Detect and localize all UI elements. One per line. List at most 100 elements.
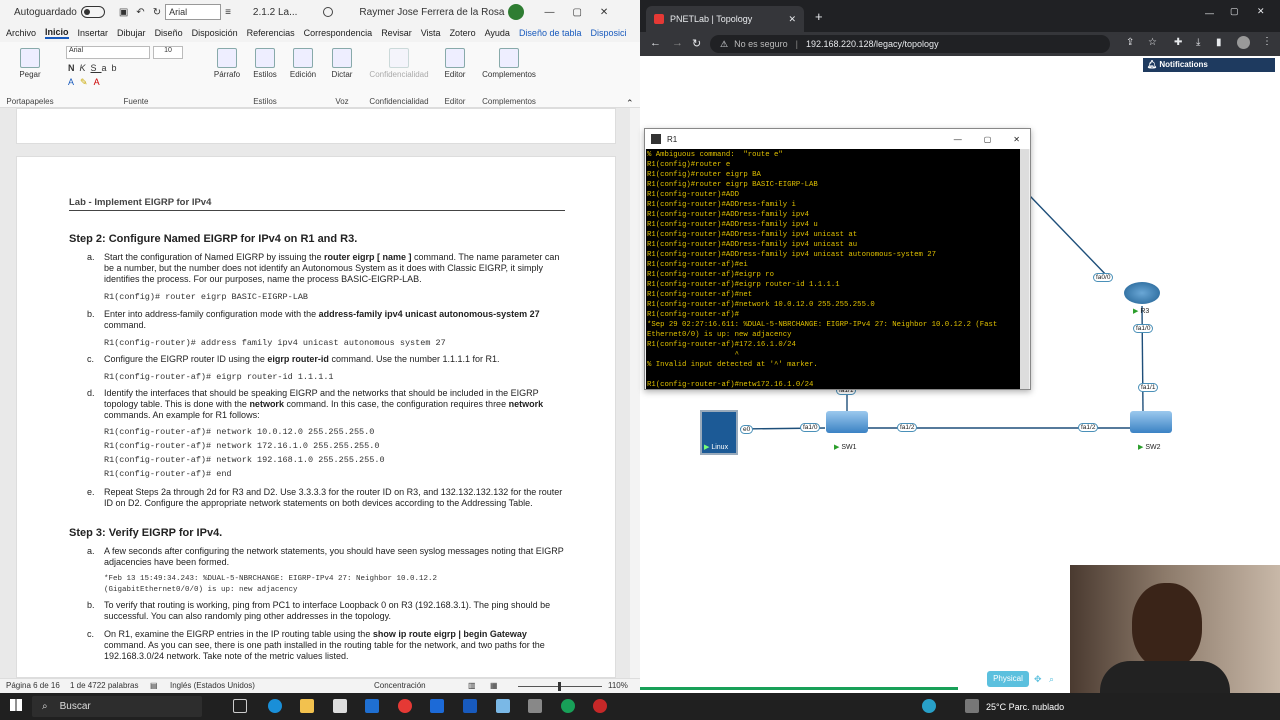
- iface-r3-fa00[interactable]: fa0/0: [1093, 273, 1114, 282]
- tab-zotero[interactable]: Zotero: [450, 28, 476, 38]
- browser-menu-icon[interactable]: ⋮: [1262, 36, 1272, 47]
- zoom-icon[interactable]: ⌕: [1049, 674, 1054, 685]
- browser-tab[interactable]: PNETLab | Topology ✕: [646, 6, 804, 32]
- proofing-icon[interactable]: ▤: [150, 681, 158, 690]
- autosave-toggle[interactable]: [80, 6, 105, 18]
- tab-vista[interactable]: Vista: [421, 28, 441, 38]
- switch-sw2-label[interactable]: ▶ SW2: [1138, 443, 1161, 451]
- addins-button[interactable]: Complementos: [478, 70, 540, 79]
- linux-host-label[interactable]: ▶ Linux: [704, 443, 728, 451]
- paragraph-button[interactable]: Párrafo: [210, 70, 244, 79]
- tray-app-icon[interactable]: [922, 699, 936, 713]
- iface-r3-fa10[interactable]: fa1/0: [1133, 324, 1154, 333]
- editing-button[interactable]: Edición: [286, 70, 320, 79]
- styles-icon[interactable]: [255, 48, 275, 68]
- sidepanel-icon[interactable]: ▮: [1216, 37, 1222, 48]
- tab-archivo[interactable]: Archivo: [6, 28, 36, 38]
- close-tab-icon[interactable]: ✕: [788, 14, 796, 25]
- page-count[interactable]: Página 6 de 16: [6, 681, 60, 690]
- editing-icon[interactable]: [293, 48, 313, 68]
- word-icon[interactable]: [463, 699, 477, 713]
- address-bar[interactable]: ⚠ No es seguro | 192.168.220.128/legacy/…: [710, 35, 1110, 53]
- edge-browser-icon[interactable]: [268, 699, 282, 713]
- link-r1-r3[interactable]: [1029, 195, 1111, 280]
- browser-close-icon[interactable]: ✕: [1257, 6, 1265, 17]
- editor-icon[interactable]: [445, 48, 465, 68]
- network-tool-icon[interactable]: [528, 699, 542, 713]
- terminal-close-icon[interactable]: ✕: [1013, 135, 1020, 144]
- font-quick-box[interactable]: Arial: [165, 4, 222, 20]
- tab-disposicion[interactable]: Disposición: [192, 28, 238, 38]
- reload-icon[interactable]: ↻: [692, 37, 701, 50]
- task-view-icon[interactable]: [233, 699, 247, 713]
- tab-correspondencia[interactable]: Correspondencia: [304, 28, 373, 38]
- switch-sw1-label[interactable]: ▶ SW1: [834, 443, 857, 451]
- screen-tool-icon[interactable]: [430, 699, 444, 713]
- italic-icon[interactable]: K: [80, 63, 91, 73]
- styles-button[interactable]: Estilos: [248, 70, 282, 79]
- zoom-level[interactable]: 110%: [608, 681, 628, 690]
- new-tab-icon[interactable]: +: [815, 9, 823, 24]
- physical-button[interactable]: Physical: [987, 671, 1029, 687]
- read-mode-icon[interactable]: ▥: [468, 681, 476, 690]
- paste-icon[interactable]: [20, 48, 40, 68]
- vpn-icon[interactable]: [561, 699, 575, 713]
- weather-status[interactable]: 25°C Parc. nublado: [986, 702, 1064, 712]
- tab-diseno-tabla[interactable]: Diseño de tabla: [519, 28, 582, 38]
- terminal-output[interactable]: % Ambiguous command: "route e" R1(config)…: [646, 149, 1020, 389]
- terminal-minimize-icon[interactable]: —: [954, 135, 962, 144]
- zoom-slider-thumb[interactable]: [558, 682, 561, 691]
- recorder-icon[interactable]: [593, 699, 607, 713]
- tab-dibujar[interactable]: Dibujar: [117, 28, 146, 38]
- chrome-icon[interactable]: [398, 699, 412, 713]
- undo-icon[interactable]: ↶: [132, 2, 148, 22]
- customize-icon[interactable]: ≡: [221, 2, 235, 22]
- router-r3-icon[interactable]: [1124, 282, 1160, 304]
- iface-sw2-fa12[interactable]: fa1/2: [1078, 423, 1099, 432]
- tab-diseno[interactable]: Diseño: [155, 28, 183, 38]
- share-icon[interactable]: ⇪: [1126, 37, 1134, 48]
- tab-disposicion-tabla[interactable]: Disposici: [590, 28, 626, 38]
- paste-button[interactable]: Pegar: [4, 70, 56, 79]
- browser-maximize-icon[interactable]: ▢: [1230, 6, 1239, 17]
- highlight-icon[interactable]: ✎: [80, 77, 94, 87]
- browser-minimize-icon[interactable]: —: [1205, 8, 1214, 18]
- start-windows-icon[interactable]: [10, 699, 22, 711]
- microphone-icon[interactable]: [332, 48, 352, 68]
- file-explorer-icon[interactable]: [300, 699, 314, 713]
- taskbar-search[interactable]: ⌕ Buscar: [32, 696, 202, 717]
- terminal-maximize-icon[interactable]: ▢: [984, 135, 992, 144]
- terminal-scrollbar[interactable]: [1020, 149, 1029, 389]
- forward-icon[interactable]: →: [672, 37, 683, 49]
- app-icon[interactable]: [496, 699, 510, 713]
- switch-sw1-icon[interactable]: [826, 411, 868, 433]
- maximize-icon[interactable]: ▢: [572, 7, 581, 18]
- focus-mode[interactable]: Concentración: [374, 681, 426, 690]
- link-r3-sw2[interactable]: [1141, 305, 1144, 412]
- iface-sw2-fa11[interactable]: fa1/1: [1138, 383, 1159, 392]
- tray-network-icon[interactable]: [965, 699, 979, 713]
- document-scrollbar[interactable]: [630, 108, 640, 678]
- back-icon[interactable]: ←: [650, 37, 661, 49]
- search-icon[interactable]: [323, 7, 334, 17]
- iface-linux-e0[interactable]: e0: [740, 425, 754, 434]
- underline-icon[interactable]: S: [91, 63, 102, 73]
- tab-referencias[interactable]: Referencias: [247, 28, 295, 38]
- text-effects-icon[interactable]: A: [68, 77, 80, 87]
- word-count[interactable]: 1 de 4722 palabras: [70, 681, 139, 690]
- minimize-icon[interactable]: —: [544, 7, 554, 18]
- bold-icon[interactable]: N: [68, 63, 80, 73]
- strikethrough-icon[interactable]: ab: [102, 63, 122, 73]
- editor-button[interactable]: Editor: [438, 70, 472, 79]
- tab-inicio[interactable]: Inicio: [45, 27, 69, 39]
- iface-sw1-fa12[interactable]: fa1/2: [897, 423, 918, 432]
- tab-insertar[interactable]: Insertar: [78, 28, 109, 38]
- language-status[interactable]: Inglés (Estados Unidos): [170, 681, 255, 690]
- avatar[interactable]: [508, 4, 525, 20]
- font-size-select[interactable]: 10: [153, 46, 183, 59]
- save-icon[interactable]: ▣: [115, 2, 132, 22]
- bookmark-star-icon[interactable]: ☆: [1148, 37, 1157, 48]
- close-icon[interactable]: ✕: [600, 7, 608, 18]
- document-name[interactable]: 2.1.2 La...: [253, 7, 297, 18]
- redo-icon[interactable]: ↻: [149, 2, 165, 22]
